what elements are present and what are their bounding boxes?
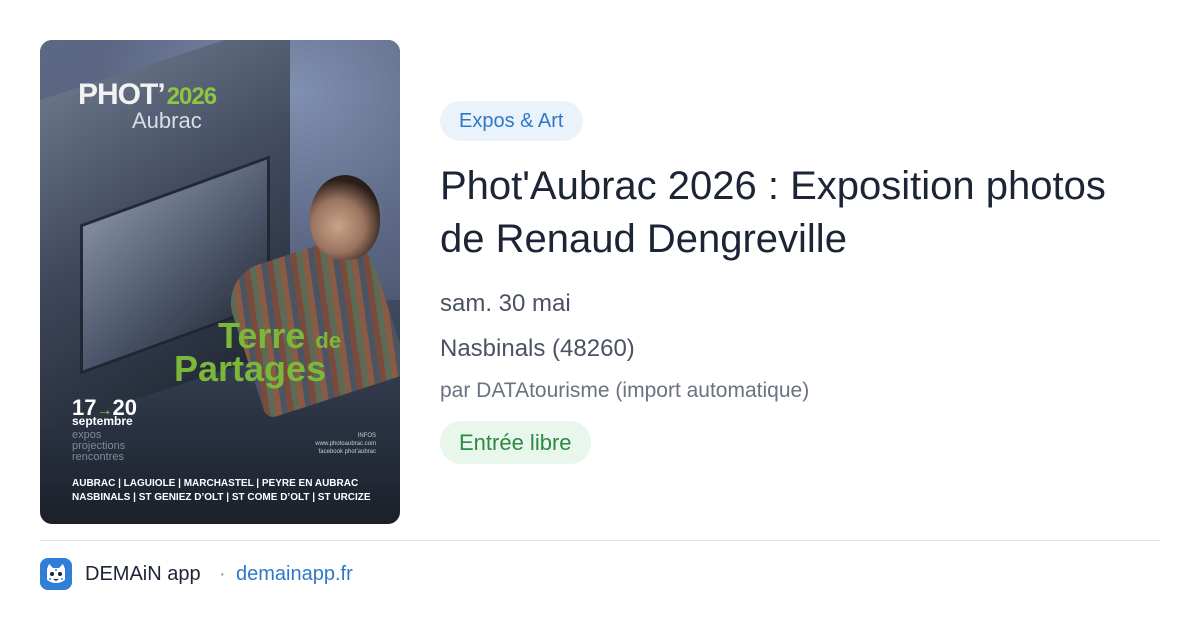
footer-separator: · [219,563,226,585]
poster-logo-sub: Aubrac [132,108,202,133]
footer-divider [40,540,1160,541]
event-poster-image[interactable]: PHOT’2026 Aubrac Terre de Partages 17→20… [40,40,400,524]
event-source: par DATAtourisme (import automatique) [440,379,810,402]
poster-infos-heading: INFOS [357,433,376,439]
event-location: Nasbinals (48260) [440,335,635,362]
poster-infos: INFOS www.photoaubrac.com facebook phot’… [315,432,376,456]
site-link[interactable]: demainapp.fr [236,563,353,586]
event-date: sam. 30 mai [440,290,571,317]
poster-kinds: expos projections rencontres [72,430,172,463]
price-badge: Entrée libre [440,421,591,464]
poster-towns: AUBRAC | LAGUIOLE | MARCHASTEL | PEYRE E… [72,477,382,505]
leopard-mascot-icon [40,558,72,590]
poster-infos-website: www.photoaubrac.com [315,441,376,447]
poster-logo: PHOT’2026 [78,78,217,112]
poster-towns-line2: NASBINALS | ST GENIEZ D’OLT | ST COME D’… [72,492,371,503]
poster-infos-facebook: facebook phot’aubrac [318,449,376,455]
poster-logo-main: PHOT’ [78,78,166,111]
poster-logo-year: 2026 [166,83,217,110]
category-badge[interactable]: Expos & Art [440,101,583,141]
poster-theme-line2: Partages [174,348,327,389]
poster-towns-line1: AUBRAC | LAGUIOLE | MARCHASTEL | PEYRE E… [72,478,359,489]
poster-child-head [310,175,380,260]
poster-month: septembre [72,414,133,428]
app-name: DEMAiN app [85,563,201,585]
poster-kind-item: rencontres [72,451,124,463]
event-title[interactable]: Phot'Aubrac 2026 : Exposition photos de … [440,160,1160,266]
